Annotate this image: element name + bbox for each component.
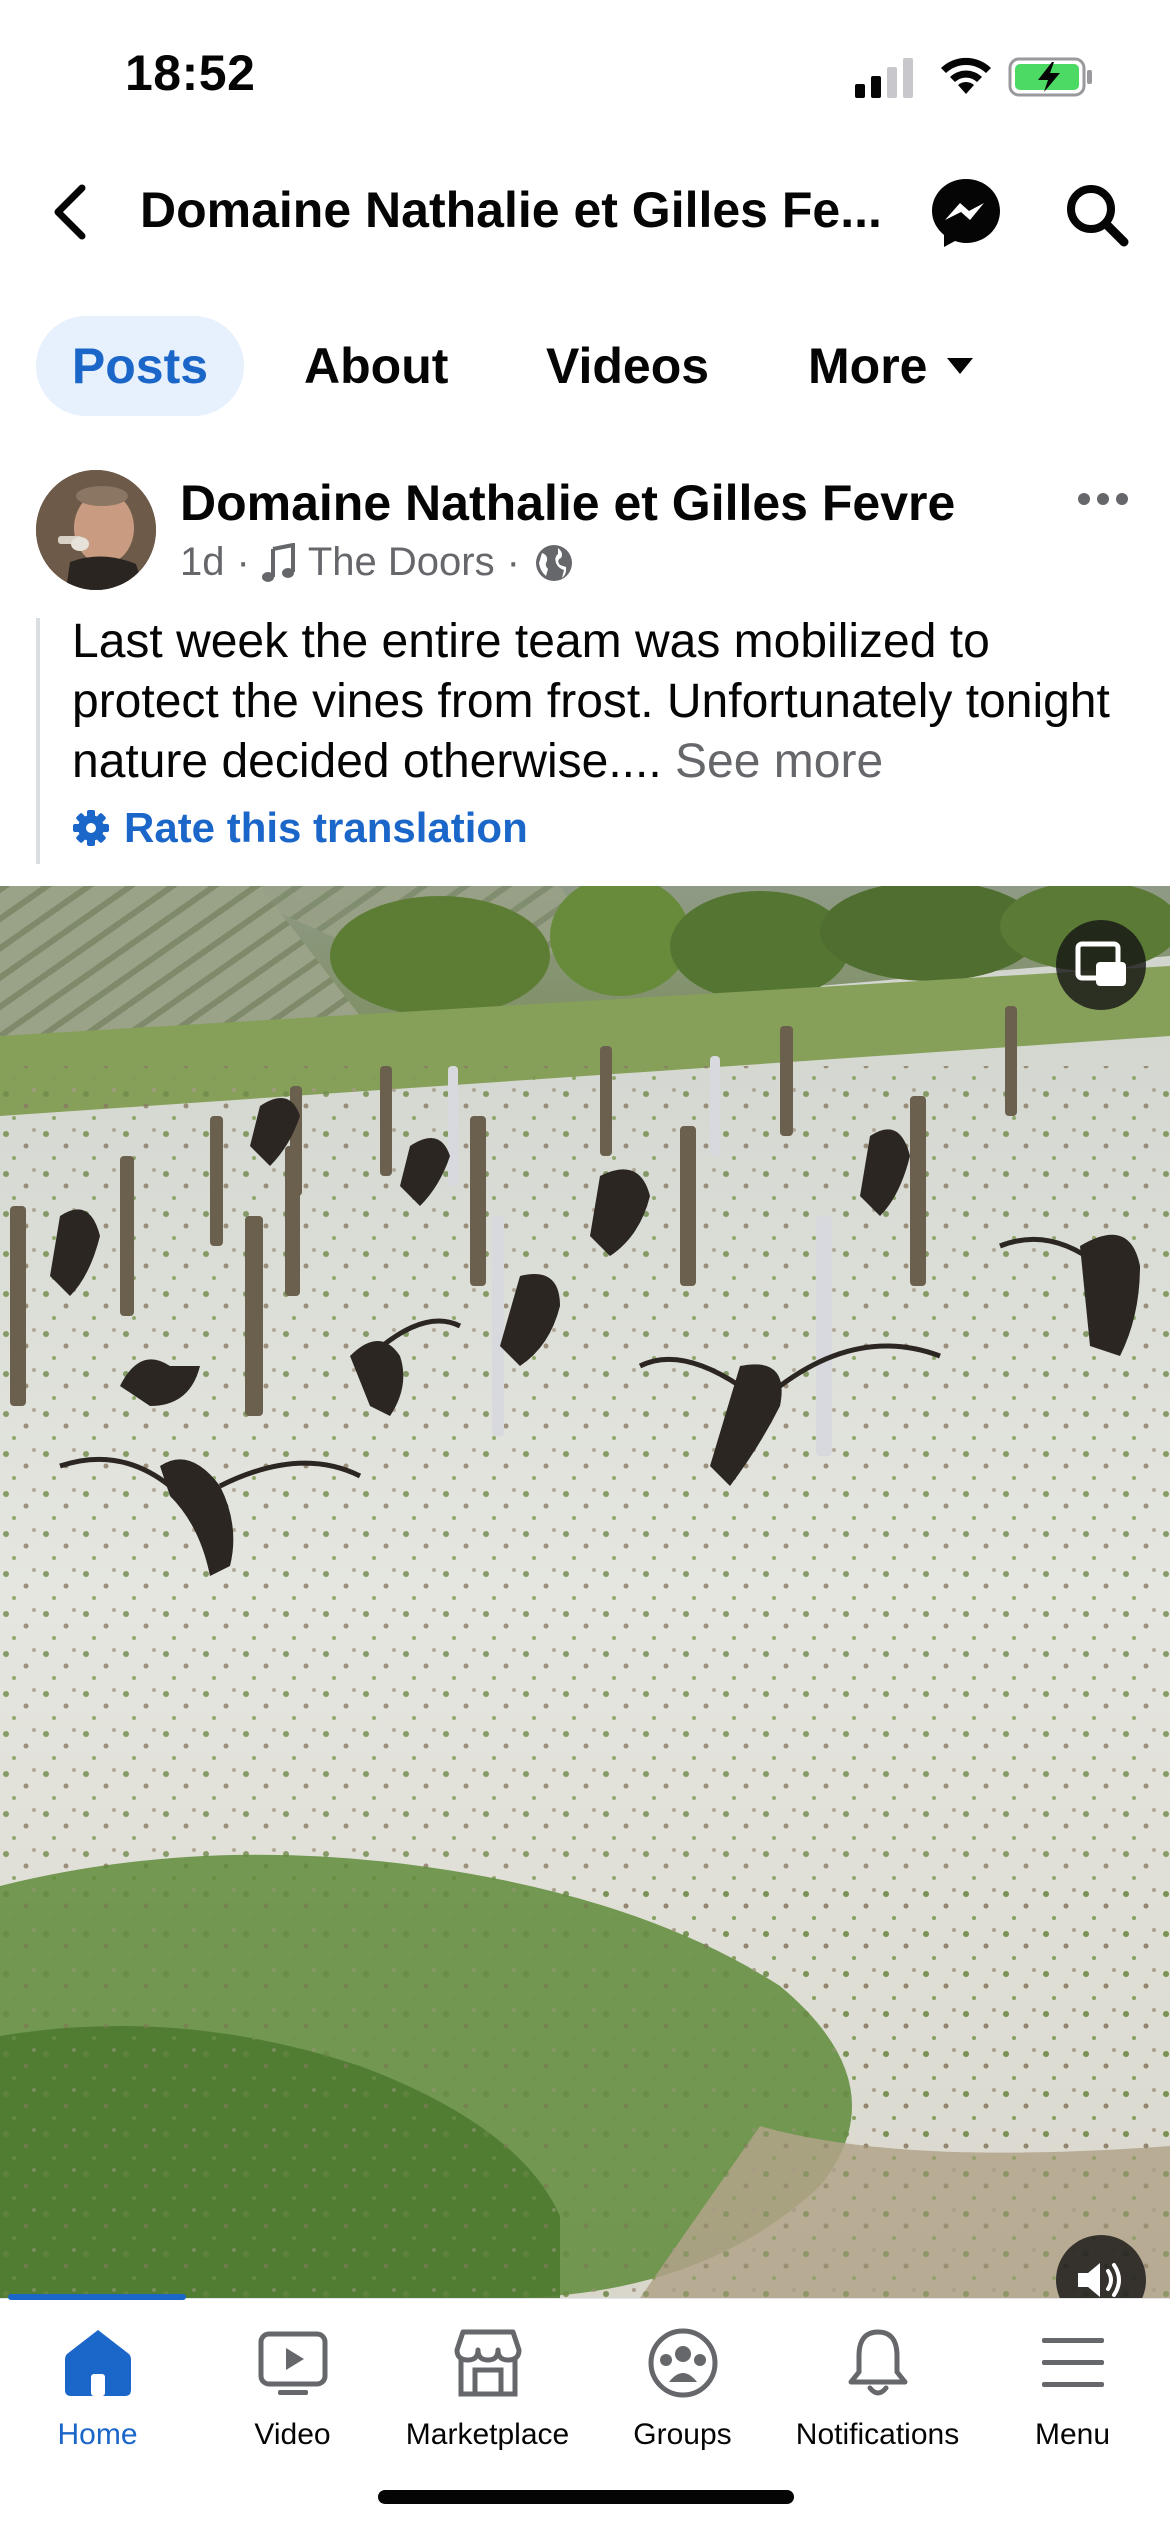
avatar[interactable] xyxy=(36,470,156,590)
translation-divider xyxy=(36,618,40,864)
nav-menu[interactable]: Menu xyxy=(975,2326,1170,2452)
post-meta: 1d · The Doors · xyxy=(180,540,574,585)
tab-videos[interactable]: Videos xyxy=(546,316,709,416)
cellular-signal-icon xyxy=(855,58,913,98)
post-body: Last week the entire team was mobilized … xyxy=(72,615,1110,788)
tab-about[interactable]: About xyxy=(304,316,448,416)
gear-icon xyxy=(73,810,109,846)
picture-in-picture-button[interactable] xyxy=(1056,920,1146,1010)
nav-label-video: Video xyxy=(254,2418,331,2451)
picture-in-picture-icon xyxy=(1075,941,1126,986)
nav-label-marketplace: Marketplace xyxy=(405,2418,570,2451)
nav-label-notifications: Notifications xyxy=(795,2418,960,2451)
tab-more[interactable]: More xyxy=(808,316,927,416)
menu-icon xyxy=(1041,2338,1104,2387)
rate-translation-link[interactable]: Rate this translation xyxy=(72,804,528,852)
post-author[interactable]: Domaine Nathalie et Gilles Fevre xyxy=(180,474,955,532)
post-age[interactable]: 1d xyxy=(180,540,225,585)
vineyard-video-frame xyxy=(0,886,1170,2298)
page-title: Domaine Nathalie et Gilles Fe... xyxy=(140,182,882,238)
video-icon xyxy=(258,2331,327,2395)
groups-icon xyxy=(648,2328,717,2398)
back-arrow-icon[interactable] xyxy=(48,180,92,244)
tab-posts[interactable]: Posts xyxy=(36,316,244,416)
nav-video[interactable]: Video xyxy=(195,2326,390,2452)
messenger-icon[interactable] xyxy=(928,175,1004,251)
nav-label-home: Home xyxy=(57,2418,138,2451)
meta-separator: · xyxy=(506,540,520,584)
nav-home[interactable]: Home xyxy=(0,2326,195,2452)
marketplace-icon xyxy=(454,2329,521,2397)
bell-icon xyxy=(848,2329,907,2396)
nav-label-groups: Groups xyxy=(633,2418,732,2451)
see-more-link[interactable]: See more xyxy=(675,735,883,788)
nav-marketplace[interactable]: Marketplace xyxy=(390,2326,585,2452)
globe-icon xyxy=(535,544,572,581)
more-options-icon[interactable] xyxy=(1076,484,1130,514)
nav-notifications[interactable]: Notifications xyxy=(780,2326,975,2452)
status-time: 18:52 xyxy=(125,45,256,101)
active-tab-indicator xyxy=(8,2294,186,2300)
nav-label-menu: Menu xyxy=(1034,2418,1111,2451)
nav-groups[interactable]: Groups xyxy=(585,2326,780,2452)
meta-separator: · xyxy=(236,540,250,584)
music-note-icon xyxy=(261,542,295,582)
battery-icon xyxy=(1008,57,1092,97)
avatar-image xyxy=(36,470,156,590)
caret-down-icon[interactable] xyxy=(945,356,975,376)
post-video[interactable] xyxy=(0,886,1170,2298)
wifi-icon xyxy=(941,57,991,94)
post-text: Last week the entire team was mobilized … xyxy=(72,612,1132,792)
home-icon xyxy=(64,2330,131,2396)
search-icon[interactable] xyxy=(1064,182,1130,248)
post-music[interactable]: The Doors xyxy=(308,540,495,585)
home-indicator[interactable] xyxy=(378,2490,794,2504)
rate-translation-label: Rate this translation xyxy=(124,804,528,851)
